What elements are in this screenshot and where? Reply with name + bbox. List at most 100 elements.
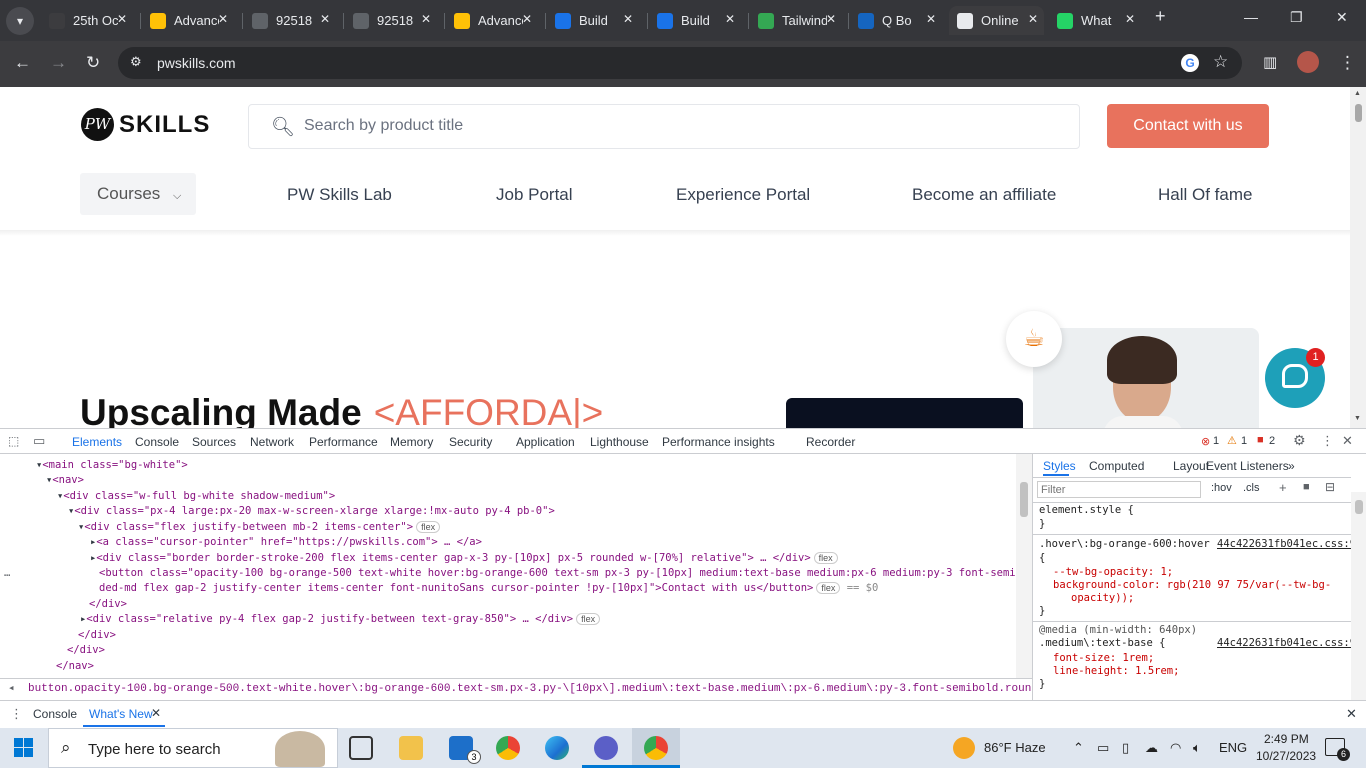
new-rule-icon[interactable]: +	[1279, 480, 1287, 495]
pwskills-logo[interactable]: PW SKILLS	[81, 108, 210, 141]
weather-text[interactable]: 86°F Haze	[984, 740, 1046, 755]
nav-become-affiliate[interactable]: Become an affiliate	[912, 185, 1056, 205]
browser-tab[interactable]: Build ✕	[649, 6, 741, 35]
google-lens-icon[interactable]: G	[1181, 54, 1199, 72]
inspect-icon[interactable]: ⬚	[8, 434, 19, 448]
edge-icon[interactable]	[545, 736, 569, 760]
issues-icon[interactable]: ■	[1257, 434, 1264, 446]
tab-search-button[interactable]: ▾	[6, 7, 34, 35]
drawer-tab-whats-new[interactable]: What's New	[89, 707, 153, 721]
dom-node[interactable]: ▸<a class="cursor-pointer" href="https:/…	[90, 535, 482, 550]
dom-node[interactable]: ▸<div class="border border-stroke-200 fl…	[90, 551, 838, 566]
tab-security[interactable]: Security	[449, 435, 492, 449]
dom-node[interactable]: </nav>	[56, 659, 94, 674]
taskbar-search-box[interactable]: ⌕ Type here to search	[48, 728, 338, 768]
drawer-menu-icon[interactable]: ⋮	[10, 706, 23, 722]
nav-hall-of-fame[interactable]: Hall Of fame	[1158, 185, 1252, 205]
back-icon[interactable]: ←	[14, 53, 31, 73]
dom-node[interactable]: ▸<div class="relative py-4 flex gap-2 ju…	[80, 612, 601, 627]
drawer-tab-console[interactable]: Console	[33, 707, 77, 721]
tab-layout[interactable]: Layout	[1173, 459, 1209, 473]
browser-tab[interactable]: Build ✕	[547, 6, 639, 35]
close-drawer-icon[interactable]: ✕	[1346, 706, 1357, 722]
browser-tab[interactable]: Tailwind ✕	[750, 6, 842, 35]
tab-lighthouse[interactable]: Lighthouse	[590, 435, 649, 449]
browser-tab[interactable]: 25th Oct ✕	[41, 6, 133, 35]
flex-badge[interactable]: flex	[813, 552, 838, 564]
dom-node[interactable]: </div>	[67, 643, 105, 658]
weather-icon[interactable]	[953, 737, 975, 759]
style-rule[interactable]: element.style {	[1039, 504, 1134, 516]
volume-icon[interactable]: 🔈︎	[1193, 740, 1201, 756]
onedrive-icon[interactable]: ☁	[1145, 740, 1158, 756]
chat-widget-button[interactable]: 1	[1265, 348, 1325, 408]
language-indicator[interactable]: ENG	[1219, 740, 1247, 755]
tab-network[interactable]: Network	[250, 435, 294, 449]
hov-toggle[interactable]: :hov	[1211, 482, 1232, 494]
tab-styles[interactable]: Styles	[1043, 459, 1076, 473]
page-scroll-thumb[interactable]	[1355, 104, 1362, 122]
style-declaration[interactable]: font-size: 1rem;	[1053, 652, 1154, 664]
browser-tab[interactable]: Online ✕	[949, 6, 1044, 35]
dom-breadcrumb[interactable]: ◂ button.opacity-100.bg-orange-500.text-…	[0, 678, 1032, 700]
sidebar-toggle-icon[interactable]: ⊟	[1325, 480, 1335, 494]
site-info-icon[interactable]: ⚙	[130, 54, 142, 70]
chrome-active-task[interactable]	[632, 728, 680, 768]
tab-performance[interactable]: Performance	[309, 435, 378, 449]
task-view-icon[interactable]	[349, 736, 373, 760]
address-bar[interactable]: ⚙ pwskills.com G ☆	[118, 47, 1242, 79]
side-panel-icon[interactable]: ▥	[1263, 53, 1277, 71]
dom-node-selected[interactable]: <button class="opacity-100 bg-orange-500…	[99, 566, 1016, 581]
clock-date[interactable]: 10/27/2023	[1256, 749, 1316, 763]
close-whats-new-icon[interactable]: ✕	[151, 706, 161, 720]
style-selector[interactable]: .hover\:bg-orange-600:hover	[1039, 538, 1210, 550]
style-selector[interactable]: .medium\:text-base {	[1039, 637, 1165, 649]
courses-dropdown[interactable]: Courses ⌵	[80, 173, 196, 215]
chrome-icon[interactable]	[496, 736, 520, 760]
dom-node[interactable]: ▾<div class="flex justify-between mb-2 i…	[78, 520, 441, 535]
nav-job-portal[interactable]: Job Portal	[496, 185, 573, 205]
dom-node[interactable]: ▾<nav>	[46, 473, 84, 488]
cls-toggle[interactable]: .cls	[1243, 482, 1260, 494]
warning-icon[interactable]: ⚠︎	[1227, 434, 1237, 447]
browser-tab[interactable]: 92518 ✕	[244, 6, 336, 35]
tab-close-icon[interactable]: ✕	[218, 12, 228, 26]
tab-close-icon[interactable]: ✕	[826, 12, 836, 26]
flex-badge[interactable]: flex	[576, 613, 601, 625]
chevron-up-icon[interactable]: ⌃	[1073, 740, 1084, 756]
styles-scrollbar[interactable]	[1351, 492, 1366, 700]
tab-close-icon[interactable]: ✕	[1125, 12, 1135, 26]
dom-node[interactable]: ▾<div class="w-full bg-white shadow-medi…	[57, 489, 335, 504]
page-scrollbar[interactable]: ▲ ▼	[1350, 87, 1366, 428]
contact-button[interactable]: Contact with us	[1107, 104, 1269, 148]
dom-node[interactable]: ▾<main class="bg-white">	[36, 458, 188, 473]
tab-close-icon[interactable]: ✕	[522, 12, 532, 26]
tab-console[interactable]: Console	[135, 435, 179, 449]
dom-node-selected-cont[interactable]: ded-md flex gap-2 justify-center items-c…	[99, 581, 878, 596]
dom-tree[interactable]: ▾<main class="bg-white"> ▾<nav> ▾<div cl…	[0, 454, 1016, 678]
browser-tab[interactable]: What ✕	[1049, 6, 1141, 35]
restore-button[interactable]: ❐	[1290, 9, 1303, 26]
error-icon[interactable]: ⊗	[1201, 435, 1210, 448]
nav-experience-portal[interactable]: Experience Portal	[676, 185, 810, 205]
dom-node[interactable]: ▾<div class="px-4 large:px-20 max-w-scre…	[68, 504, 555, 519]
paint-icon[interactable]: ■	[1303, 481, 1310, 493]
tab-close-icon[interactable]: ✕	[1028, 12, 1038, 26]
breadcrumb-left-icon[interactable]: ◂	[8, 679, 15, 700]
forward-icon[interactable]: →	[50, 53, 67, 73]
elements-scroll-thumb[interactable]	[1020, 482, 1028, 517]
dom-node[interactable]: </div>	[89, 597, 127, 612]
tab-elements[interactable]: Elements	[61, 435, 133, 456]
browser-tab[interactable]: 92518 ✕	[345, 6, 437, 35]
style-declaration[interactable]: --tw-bg-opacity: 1;	[1053, 566, 1173, 578]
menu-icon[interactable]: ⋮	[1339, 53, 1356, 73]
teams-icon[interactable]	[594, 736, 618, 760]
tab-event-listeners[interactable]: Event Listeners	[1206, 459, 1289, 473]
browser-tab[interactable]: Advanced✕	[142, 6, 234, 35]
settings-gear-icon[interactable]: ⚙︎	[1293, 432, 1306, 449]
style-declaration[interactable]: line-height: 1.5rem;	[1053, 665, 1179, 677]
windows-start-icon[interactable]	[14, 738, 34, 758]
elements-scrollbar[interactable]	[1016, 454, 1032, 678]
profile-avatar[interactable]	[1297, 51, 1319, 73]
tab-sources[interactable]: Sources	[192, 435, 236, 449]
